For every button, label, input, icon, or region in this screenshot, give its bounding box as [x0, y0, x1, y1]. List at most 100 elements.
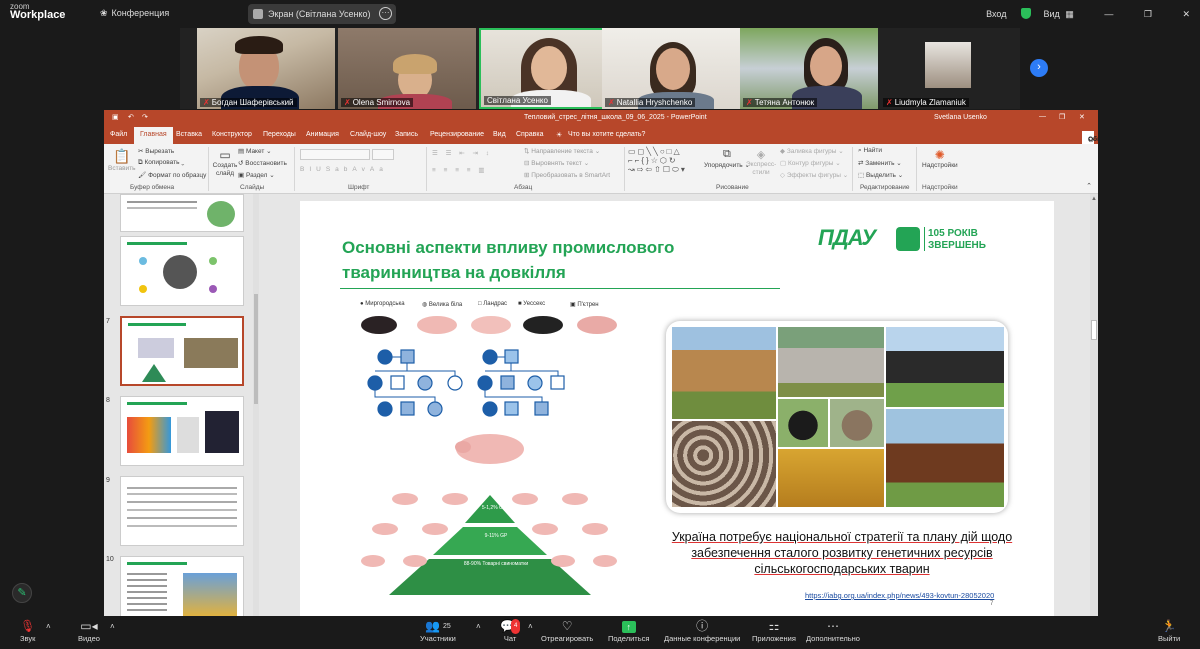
next-page-button[interactable]: ›: [1030, 59, 1048, 77]
format-painter-button[interactable]: 🖌 Формат по образцу: [138, 171, 206, 179]
source-link[interactable]: https://iabg.org.ua/index.php/news/493-k…: [805, 591, 994, 600]
addins-button[interactable]: ✺ Надстройки: [922, 148, 958, 169]
slide-thumbnail[interactable]: [120, 556, 244, 616]
ppt-minimize-icon[interactable]: —: [1039, 113, 1046, 120]
powerpoint-window: ▣ ↶ ↷ Тепловий_стрес_літня_школа_09_06_2…: [104, 110, 1098, 616]
save-icon[interactable]: ▣: [112, 113, 119, 121]
tab-design[interactable]: Конструктор: [212, 131, 252, 138]
quick-styles-button[interactable]: ◈ Экспресс-стили: [746, 148, 776, 177]
layout-button[interactable]: ▤ Макет ⌄: [238, 147, 272, 155]
view-menu[interactable]: Вид: [1044, 9, 1060, 19]
shape-effects-button[interactable]: ◇ Эффекты фигуры ⌄: [780, 171, 848, 179]
react-button[interactable]: ♡ Отреагировать: [541, 619, 593, 644]
chat-button[interactable]: 💬4 Чат: [500, 619, 521, 644]
video-options-chevron[interactable]: ˄: [110, 619, 115, 634]
minimize-icon[interactable]: —: [1104, 9, 1113, 19]
audio-button[interactable]: 🎙 Звук: [20, 619, 35, 644]
audio-options-chevron[interactable]: ˄: [46, 619, 51, 634]
zoom-logo-bottom: Workplace: [10, 9, 66, 21]
collapse-ribbon-icon[interactable]: ⌃: [1086, 182, 1092, 190]
slide-scrollbar[interactable]: ▲: [1090, 194, 1098, 616]
grid-icon: ▦: [1065, 9, 1074, 19]
font-format-buttons[interactable]: BIUSabAvAa: [300, 166, 388, 173]
section-button[interactable]: ▣ Раздел ⌄: [238, 171, 275, 179]
shape-fill-button[interactable]: ◆ Заливка фигуры ⌄: [780, 147, 844, 155]
new-slide-button[interactable]: ▭ Создать слайд: [212, 148, 238, 178]
participant-tile[interactable]: ✗ Тетяна Антонюк: [740, 28, 878, 109]
align-buttons[interactable]: ≡ ≡ ≡ ≡ ▥: [432, 166, 488, 174]
login-link[interactable]: Вход: [986, 9, 1006, 19]
video-button[interactable]: ▭◂ Видео: [78, 619, 100, 644]
participant-tile[interactable]: ✗ Liudmyla Zlamaniuk: [880, 28, 1018, 109]
share-screen-button[interactable]: ↑ Поделиться: [608, 619, 649, 644]
arrange-button[interactable]: ⧉ Упорядочить ⌄: [704, 148, 750, 169]
tell-me-search[interactable]: Что вы хотите сделать?: [568, 131, 645, 138]
ppt-user-name: Svetlana Usenko: [934, 114, 987, 121]
leave-button[interactable]: 🏃 Выйти: [1158, 619, 1180, 644]
scroll-up-icon[interactable]: ▲: [1091, 196, 1097, 202]
shape-outline-button[interactable]: ▢ Контур фигуры ⌄: [780, 159, 841, 167]
tab-animations[interactable]: Анимация: [306, 131, 339, 138]
participant-tile-active-speaker[interactable]: Світлана Усенко: [479, 28, 617, 109]
font-group-label: Шрифт: [348, 184, 370, 191]
tab-transitions[interactable]: Переходы: [263, 131, 296, 138]
chat-badge: 4: [510, 619, 521, 634]
font-size-field[interactable]: [372, 149, 394, 160]
slide-thumbnail-selected[interactable]: [120, 316, 244, 386]
quick-styles-icon: ◈: [756, 149, 766, 161]
clipboard-icon: 📋: [113, 148, 131, 164]
more-options-icon[interactable]: ···: [379, 7, 392, 20]
tab-review[interactable]: Рецензирование: [430, 131, 484, 138]
conference-menu[interactable]: ❀ Конференция: [100, 8, 169, 19]
annotate-pen-button[interactable]: ✎: [12, 583, 32, 603]
slide-thumbnail[interactable]: [120, 396, 244, 466]
participant-tile[interactable]: ✗ Богдан Шаферівський: [197, 28, 335, 109]
copy-icon: ⧉: [138, 159, 143, 166]
duck-photo: [830, 399, 884, 447]
paw-icon: ❀: [100, 8, 108, 18]
find-button[interactable]: ⌕ Найти: [858, 147, 882, 155]
tab-insert[interactable]: Вставка: [176, 131, 202, 138]
undo-icon[interactable]: ↶: [128, 113, 134, 121]
restore-icon[interactable]: ❐: [1144, 9, 1152, 19]
redo-icon[interactable]: ↷: [142, 113, 148, 121]
copy-button[interactable]: ⧉ Копировать ⌄: [138, 159, 184, 167]
tab-record[interactable]: Запись: [395, 131, 418, 138]
tab-view[interactable]: Вид: [493, 131, 506, 138]
slide-thumbnail[interactable]: [120, 236, 244, 306]
ppt-restore-icon[interactable]: ❐: [1059, 113, 1065, 121]
list-buttons[interactable]: ☰ ☰ ⇤ ⇥ ↕: [432, 149, 492, 157]
thumbnail-scrollbar[interactable]: [253, 194, 259, 616]
share-button[interactable]: ⚇ Общий доступ: [1082, 131, 1098, 150]
more-button[interactable]: ⋯ Дополнительно: [806, 619, 860, 644]
tab-help[interactable]: Справка: [516, 131, 543, 138]
cut-button[interactable]: ✂ Вырезать: [138, 147, 174, 155]
chat-options-chevron[interactable]: ˄: [528, 619, 533, 634]
smartart-button[interactable]: ⊞ Преобразовать в SmartArt: [524, 171, 610, 179]
reset-button[interactable]: ↺ Восстановить: [238, 159, 287, 167]
shapes-gallery[interactable]: ▭◻╲╲○□△ ⌐⌐{}☆⬡↻ ↝⇨⇦⇧☐⬭▾: [628, 147, 687, 175]
logo-abbreviation: ПДАУ: [818, 225, 876, 250]
text-direction-button[interactable]: ⇅ Направление текста ⌄: [524, 147, 600, 155]
slide-thumbnail[interactable]: [120, 194, 244, 232]
tab-home[interactable]: Главная: [134, 127, 173, 144]
tab-slideshow[interactable]: Слайд-шоу: [350, 131, 386, 138]
participants-button[interactable]: 👥 25 Участники: [420, 619, 456, 644]
replace-button[interactable]: ⇄ Заменить ⌄: [858, 159, 902, 167]
slide-thumbnail[interactable]: [120, 476, 244, 546]
participant-tile[interactable]: ✗ Natallia Hryshchenko: [602, 28, 740, 109]
ppt-close-icon[interactable]: ✕: [1079, 113, 1085, 121]
close-icon[interactable]: ✕: [1182, 9, 1190, 19]
paste-button[interactable]: 📋 Вставить: [108, 148, 136, 172]
apps-label: Приложения: [752, 634, 796, 643]
font-name-field[interactable]: [300, 149, 370, 160]
participants-options-chevron[interactable]: ˄: [476, 619, 481, 634]
tab-file[interactable]: Файл: [110, 131, 127, 138]
participant-tile[interactable]: ✗ Olena Smirnova: [338, 28, 476, 109]
select-button[interactable]: ⬚ Выделить ⌄: [858, 171, 903, 179]
apps-button[interactable]: ⚏ Приложения: [752, 619, 796, 644]
align-text-button[interactable]: ⊟ Выровнять текст ⌄: [524, 159, 589, 167]
more-label: Дополнительно: [806, 634, 860, 643]
meeting-data-button[interactable]: ⓘ Данные конференции: [664, 619, 740, 644]
screen-share-pill[interactable]: Экран (Світлана Усенко) ···: [248, 4, 396, 24]
